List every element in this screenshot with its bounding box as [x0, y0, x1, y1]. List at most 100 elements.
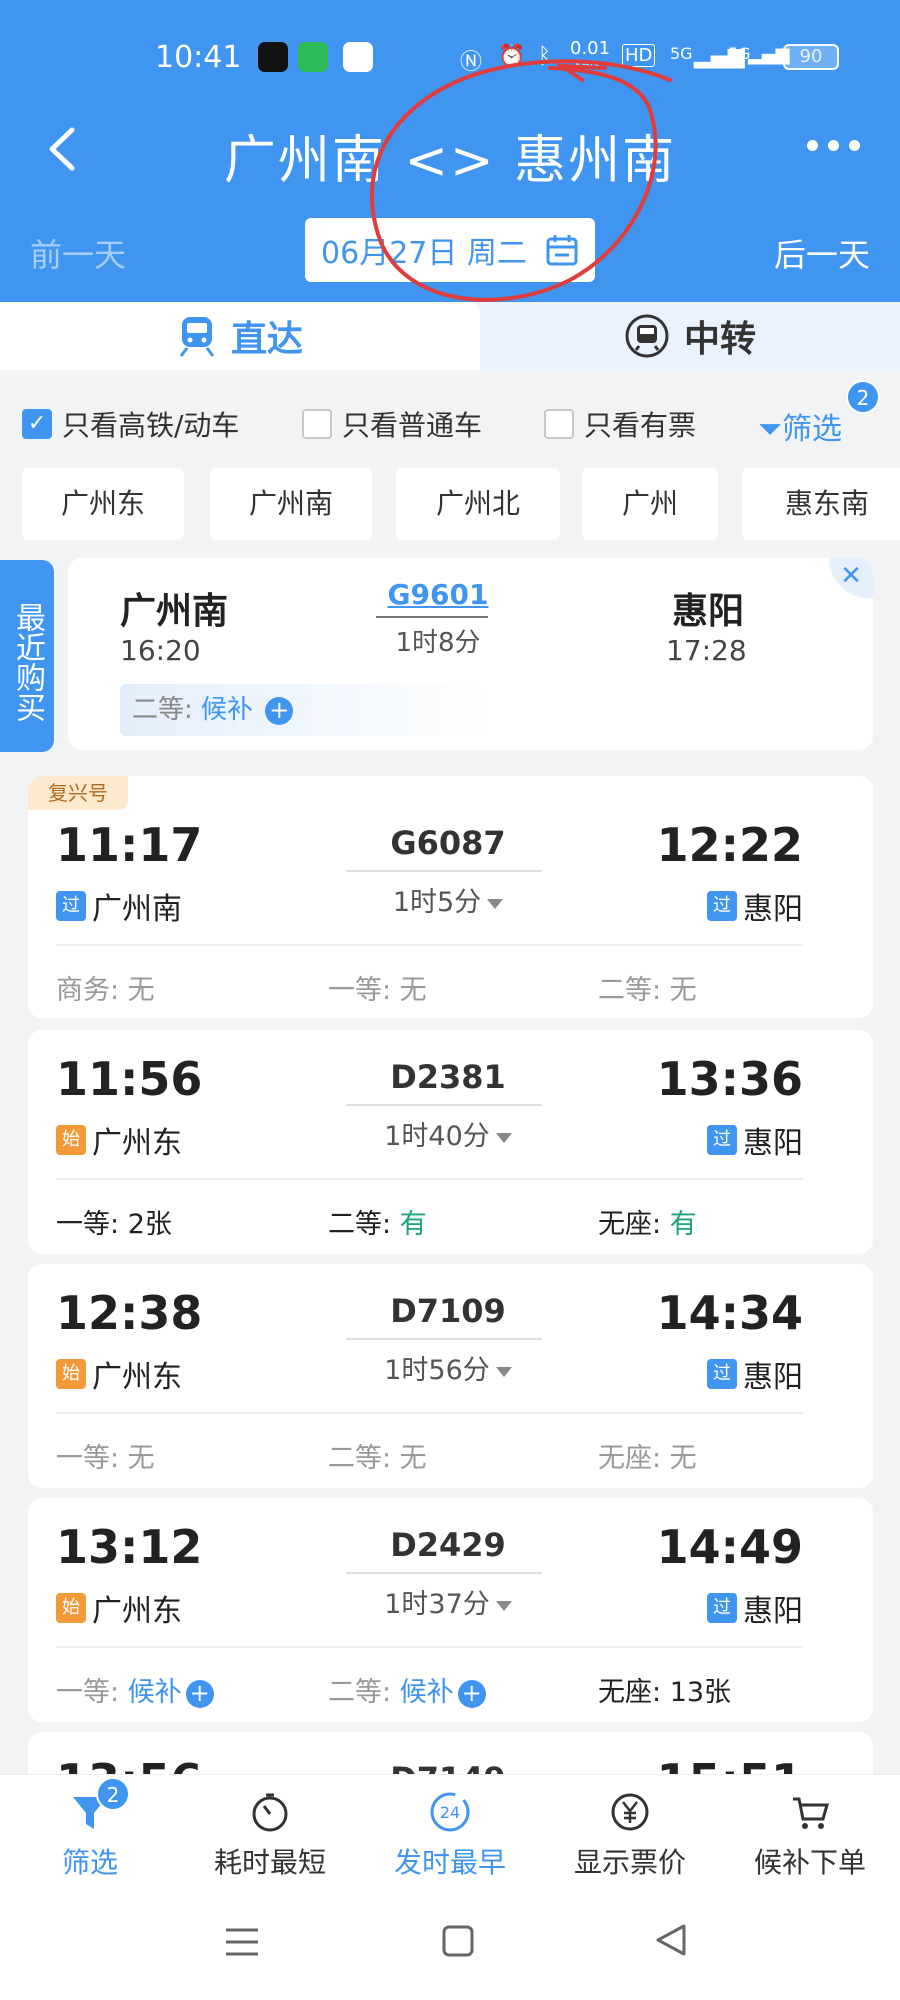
recent-to-time: 17:28 [666, 634, 747, 667]
route-line [346, 1572, 542, 1574]
filter-row: ✓ 只看高铁/动车 只看普通车 只看有票 ⏷筛选 2 [0, 380, 900, 456]
divider [56, 1178, 803, 1180]
seat-value: 13张 [669, 1677, 732, 1708]
tab-transfer[interactable]: 中转 [480, 302, 900, 370]
date-bar: 前一天 06月27日 周二 后一天 [0, 218, 900, 284]
recent-purchase-card[interactable]: ✕ 广州南 16:20 G9601 1时8分 惠阳 17:28 二等: 候补 + [68, 558, 873, 750]
from-station: 始广州东 [56, 1352, 182, 1396]
train-card[interactable]: 复兴号 11:17 G6087 1时5分 12:22 过广州南 过惠阳 商务: … [28, 776, 873, 1018]
seat-business: 商务: 无 [56, 975, 155, 1006]
duration[interactable]: 1时56分 [348, 1348, 548, 1387]
add-waitlist-icon[interactable]: + [185, 1679, 214, 1708]
recent-from-time: 16:20 [120, 634, 201, 667]
tab-direct-label: 直达 [230, 319, 303, 360]
seat-value: 有 [399, 1209, 427, 1240]
arrive-time: 13:36 [656, 1052, 803, 1106]
seat-value: 候补 [399, 1677, 454, 1708]
start-tag: 始 [56, 1593, 86, 1623]
back-nav-icon[interactable] [654, 1922, 688, 1958]
from-station-name: 广州东 [92, 1126, 182, 1161]
from-station: 始广州东 [56, 1118, 182, 1162]
battery-icon: 90 [783, 44, 839, 70]
more-icon[interactable] [807, 140, 860, 151]
high-speed-checkbox[interactable]: ✓ 只看高铁/动车 [22, 404, 239, 444]
recent-seat-label: 二等: [132, 695, 193, 725]
from-station-name: 广州南 [92, 892, 182, 927]
filter-tab-button[interactable]: 筛选 [0, 1789, 180, 1881]
network-unit: KB/s [575, 58, 600, 71]
station-chip[interactable]: 广州南 [210, 468, 372, 540]
recent-purchase-tag[interactable]: 最近购买 [0, 560, 54, 752]
checkbox-icon [302, 409, 332, 439]
close-icon[interactable]: ✕ [829, 558, 873, 598]
show-price-label: 显示票价 [573, 1846, 686, 1879]
show-price-button[interactable]: 显示票价 [540, 1789, 720, 1881]
filter-label: 筛选 [782, 412, 842, 447]
seat-second: 二等: 无 [328, 1443, 427, 1474]
page-title: 广州南 <> 惠州南 [223, 131, 677, 191]
station-chip[interactable]: 广州 [582, 468, 718, 540]
duration-text: 1时37分 [384, 1589, 490, 1620]
seat-second: 二等: 有 [328, 1202, 427, 1241]
waitlist-order-label: 候补下单 [753, 1846, 866, 1879]
filter-button[interactable]: ⏷筛选 [758, 404, 842, 448]
divider [56, 1412, 803, 1414]
message-icon [298, 42, 328, 72]
train-card[interactable]: 13:12 D2429 1时37分 14:49 始广州东 过惠阳 一等: 候补 +… [28, 1498, 873, 1722]
shortest-time-label: 耗时最短 [213, 1846, 326, 1879]
duration[interactable]: 1时37分 [348, 1582, 548, 1621]
duration-text: 1时5分 [392, 887, 482, 918]
menu-icon[interactable] [224, 1926, 260, 1958]
clock-24-icon: 24 [430, 1792, 470, 1832]
seat-label: 二等: [328, 1209, 400, 1240]
from-station-name: 广州东 [92, 1594, 182, 1629]
duration-text: 1时40分 [384, 1121, 490, 1152]
duration[interactable]: 1时5分 [348, 880, 548, 919]
prev-day-button[interactable]: 前一天 [30, 230, 126, 276]
seat-label: 二等: [328, 1677, 400, 1708]
route-line [346, 870, 542, 872]
to-station-name: 惠阳 [743, 892, 803, 927]
seat-label: 无座: [598, 1209, 670, 1240]
normal-train-checkbox[interactable]: 只看普通车 [302, 404, 482, 444]
nfc-icon: Ⓝ [460, 50, 483, 75]
available-checkbox[interactable]: 只看有票 [544, 404, 696, 444]
add-waitlist-icon[interactable]: + [265, 696, 294, 725]
add-waitlist-icon[interactable]: + [457, 1679, 486, 1708]
yen-icon [611, 1793, 649, 1831]
status-bar: 10:41 Ⓝ ⏰ ᛒ 0.01 KB/s HD 5G ▂▄▆ 5G ▂▄▆ 9… [0, 38, 900, 78]
date-text: 06月27日 周二 [321, 236, 527, 271]
high-speed-label: 只看高铁/动车 [62, 409, 240, 442]
train-card[interactable]: 11:56 D2381 1时40分 13:36 始广州东 过惠阳 一等: 2张 … [28, 1030, 873, 1254]
seat-value: 有 [669, 1209, 697, 1240]
duration-text: 1时56分 [384, 1355, 490, 1386]
station-chip[interactable]: 惠东南 [742, 468, 900, 540]
seat-label: 无座: [598, 1677, 670, 1708]
train-number: D2429 [390, 1526, 506, 1564]
waitlist-order-button[interactable]: 候补下单 [720, 1789, 900, 1881]
to-station-name: 惠阳 [743, 1360, 803, 1395]
station-chip[interactable]: 广州东 [22, 468, 184, 540]
train-card[interactable]: 12:38 D7109 1时56分 14:34 始广州东 过惠阳 一等: 无 二… [28, 1264, 873, 1488]
recent-to: 惠阳 [672, 591, 745, 632]
system-nav-bar [0, 1890, 900, 2000]
earliest-departure-button[interactable]: 24 发时最早 [360, 1789, 540, 1881]
duration[interactable]: 1时40分 [348, 1114, 548, 1153]
recent-train-number[interactable]: G9601 [378, 578, 498, 611]
seat-standing: 无座: 13张 [598, 1670, 731, 1709]
bottom-toolbar: 筛选 2 耗时最短 24 发时最早 显示票价 候补下单 [0, 1774, 900, 1890]
start-tag: 始 [56, 1359, 86, 1389]
route-line [346, 1338, 542, 1340]
tab-direct[interactable]: 直达 [0, 302, 480, 370]
next-day-button[interactable]: 后一天 [774, 230, 870, 276]
date-picker[interactable]: 06月27日 周二 [305, 218, 595, 282]
seat-first: 一等: 无 [56, 1443, 155, 1474]
pass-tag: 过 [707, 1593, 737, 1623]
depart-time: 11:56 [56, 1052, 203, 1106]
recent-seat-value: 候补 [201, 695, 254, 725]
clock-24-text: 24 [440, 1803, 460, 1822]
seat-standing: 无座: 无 [598, 1443, 697, 1474]
station-chip[interactable]: 广州北 [396, 468, 560, 540]
home-icon[interactable] [441, 1924, 475, 1958]
shortest-time-button[interactable]: 耗时最短 [180, 1789, 360, 1881]
